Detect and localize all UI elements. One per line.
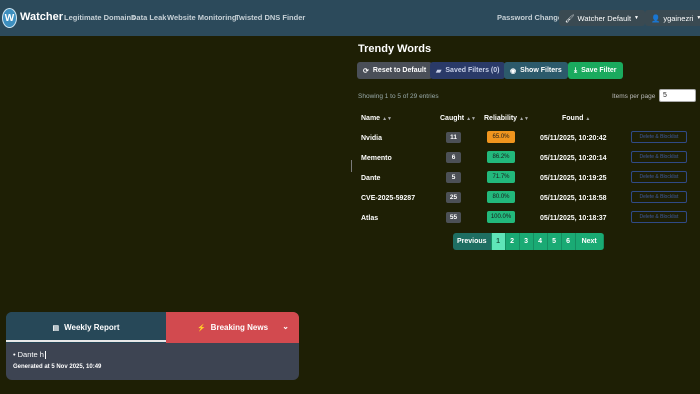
news-item[interactable]: • Dante h	[13, 350, 46, 360]
column-header-reliability[interactable]: Reliability ▲▼	[484, 115, 529, 122]
watcher-logo-icon[interactable]: W	[2, 8, 17, 28]
column-header-reliability-label: Reliability	[484, 115, 518, 122]
reliability-badge: 65.0%	[487, 131, 515, 143]
found-date: 05/11/2025, 10:18:58	[540, 195, 607, 202]
caught-count-badge: 25	[446, 192, 461, 203]
show-filters-label: Show Filters	[520, 67, 562, 74]
delete-blocklist-button[interactable]: Delete & Blocklist	[631, 211, 687, 223]
nav-link-twisted-dns-finder[interactable]: Twisted DNS Finder	[235, 13, 305, 22]
caret-down-icon: ▼	[696, 15, 700, 21]
pagination: Previous 1 2 3 4 5 6 Next	[453, 233, 604, 250]
reset-icon: ⟳	[363, 67, 369, 75]
sort-icon: ▲▼	[519, 116, 529, 122]
reliability-badge: 80.0%	[487, 191, 515, 203]
items-per-page-label: Items per page	[612, 93, 656, 100]
found-date: 05/11/2025, 10:20:42	[540, 135, 607, 142]
word-name: CVE-2025-59287	[361, 195, 416, 202]
tab-weekly-report-label: Weekly Report	[64, 323, 120, 332]
save-filter-label: Save Filter	[581, 67, 617, 74]
theme-dropdown[interactable]: 🖌 Watcher Default ▼	[559, 10, 645, 26]
table-row[interactable]: Dante 5 71.7% 05/11/2025, 10:19:25 Delet…	[352, 171, 700, 192]
pagination-page-3[interactable]: 3	[519, 233, 534, 250]
pagination-next[interactable]: Next	[575, 233, 604, 250]
brush-icon: 🖌	[565, 13, 575, 23]
saved-filters-button[interactable]: ▰ Saved Filters (0)	[430, 62, 506, 79]
table-row[interactable]: Atlas 55 100.0% 05/11/2025, 10:18:37 Del…	[352, 211, 700, 232]
delete-blocklist-button[interactable]: Delete & Blocklist	[631, 191, 687, 203]
delete-blocklist-button[interactable]: Delete & Blocklist	[631, 131, 687, 143]
tab-weekly-report[interactable]: ▤ Weekly Report	[6, 312, 166, 343]
trendy-words-panel: Trendy Words ⟳ Reset to Default ▰ Saved …	[352, 36, 700, 394]
user-dropdown-label: ygainezri	[663, 13, 694, 23]
chevron-down-icon[interactable]: ⌄	[282, 322, 289, 331]
news-widget: ▤ Weekly Report ⚡ Breaking News ⌄ • Dante…	[6, 312, 299, 380]
nav-link-data-leak[interactable]: Data Leak	[131, 13, 166, 22]
document-icon: ▤	[52, 324, 60, 332]
nav-link-website-monitoring[interactable]: Website Monitoring	[167, 13, 236, 22]
column-header-found-label: Found	[562, 115, 584, 122]
column-header-name[interactable]: Name ▲▼	[361, 115, 392, 122]
delete-blocklist-button[interactable]: Delete & Blocklist	[631, 171, 687, 183]
pagination-page-5[interactable]: 5	[547, 233, 562, 250]
table-row[interactable]: Nvidia 11 65.0% 05/11/2025, 10:20:42 Del…	[352, 131, 700, 152]
pagination-page-4[interactable]: 4	[533, 233, 548, 250]
sort-ascending-icon: ▲	[585, 116, 591, 122]
active-tab-indicator	[6, 340, 166, 342]
caret-down-icon: ▼	[634, 15, 639, 21]
column-header-name-label: Name	[361, 115, 381, 122]
theme-dropdown-label: Watcher Default	[577, 13, 632, 23]
news-item-text: Dante h	[17, 350, 44, 359]
items-per-page-input[interactable]	[659, 89, 696, 102]
user-dropdown[interactable]: 👤 ygainezri ▼	[645, 10, 700, 26]
text-cursor	[44, 351, 46, 360]
reset-to-default-button[interactable]: ⟳ Reset to Default	[357, 62, 433, 79]
nav-link-legitimate-domains[interactable]: Legitimate Domains	[64, 13, 135, 22]
reliability-badge: 71.7%	[487, 171, 515, 183]
table-row[interactable]: Memento 6 86.2% 05/11/2025, 10:20:14 Del…	[352, 151, 700, 172]
folder-icon: ▰	[436, 67, 442, 75]
pagination-page-6[interactable]: 6	[561, 233, 576, 250]
delete-blocklist-button[interactable]: Delete & Blocklist	[631, 151, 687, 163]
reliability-badge: 100.0%	[487, 211, 515, 223]
bolt-icon: ⚡	[196, 324, 206, 332]
found-date: 05/11/2025, 10:18:37	[540, 215, 607, 222]
pagination-page-1[interactable]: 1	[491, 233, 506, 250]
nav-link-password-change[interactable]: Password Change	[497, 13, 562, 22]
reset-button-label: Reset to Default	[372, 67, 427, 74]
eye-icon: ◉	[510, 67, 517, 75]
pagination-previous[interactable]: Previous	[453, 233, 492, 250]
bullet-icon: •	[13, 350, 16, 359]
table-row[interactable]: CVE-2025-59287 25 80.0% 05/11/2025, 10:1…	[352, 191, 700, 212]
caught-count-badge: 55	[446, 212, 461, 223]
entries-info: Showing 1 to 5 of 29 entries	[358, 93, 439, 100]
sort-icon: ▲▼	[382, 116, 392, 122]
saved-filters-label: Saved Filters (0)	[445, 67, 500, 74]
show-filters-button[interactable]: ◉ Show Filters	[504, 62, 568, 79]
save-icon: ⤓	[574, 66, 578, 74]
column-header-caught[interactable]: Caught ▲▼	[440, 115, 476, 122]
top-navbar: W Watcher Legitimate Domains Data Leak W…	[0, 0, 700, 36]
generated-timestamp: Generated at 5 Nov 2025, 10:49	[13, 364, 102, 370]
save-filter-button[interactable]: ⤓ Save Filter	[568, 62, 623, 79]
app-brand-name[interactable]: Watcher	[20, 11, 63, 23]
word-name: Dante	[361, 175, 381, 182]
caught-count-badge: 11	[446, 132, 461, 143]
tab-breaking-news-label: Breaking News	[210, 323, 269, 332]
column-header-caught-label: Caught	[440, 115, 465, 122]
panel-title: Trendy Words	[358, 43, 432, 55]
caught-count-badge: 6	[446, 152, 461, 163]
found-date: 05/11/2025, 10:19:25	[540, 175, 607, 182]
word-name: Nvidia	[361, 135, 383, 142]
tab-breaking-news[interactable]: ⚡ Breaking News ⌄	[166, 312, 299, 343]
user-icon: 👤	[651, 13, 661, 23]
reliability-badge: 86.2%	[487, 151, 515, 163]
pagination-page-2[interactable]: 2	[505, 233, 520, 250]
found-date: 05/11/2025, 10:20:14	[540, 155, 607, 162]
word-name: Atlas	[361, 215, 379, 222]
column-header-found[interactable]: Found ▲	[562, 115, 590, 122]
sort-icon: ▲▼	[466, 116, 477, 122]
word-name: Memento	[361, 155, 392, 162]
caught-count-badge: 5	[446, 172, 461, 183]
